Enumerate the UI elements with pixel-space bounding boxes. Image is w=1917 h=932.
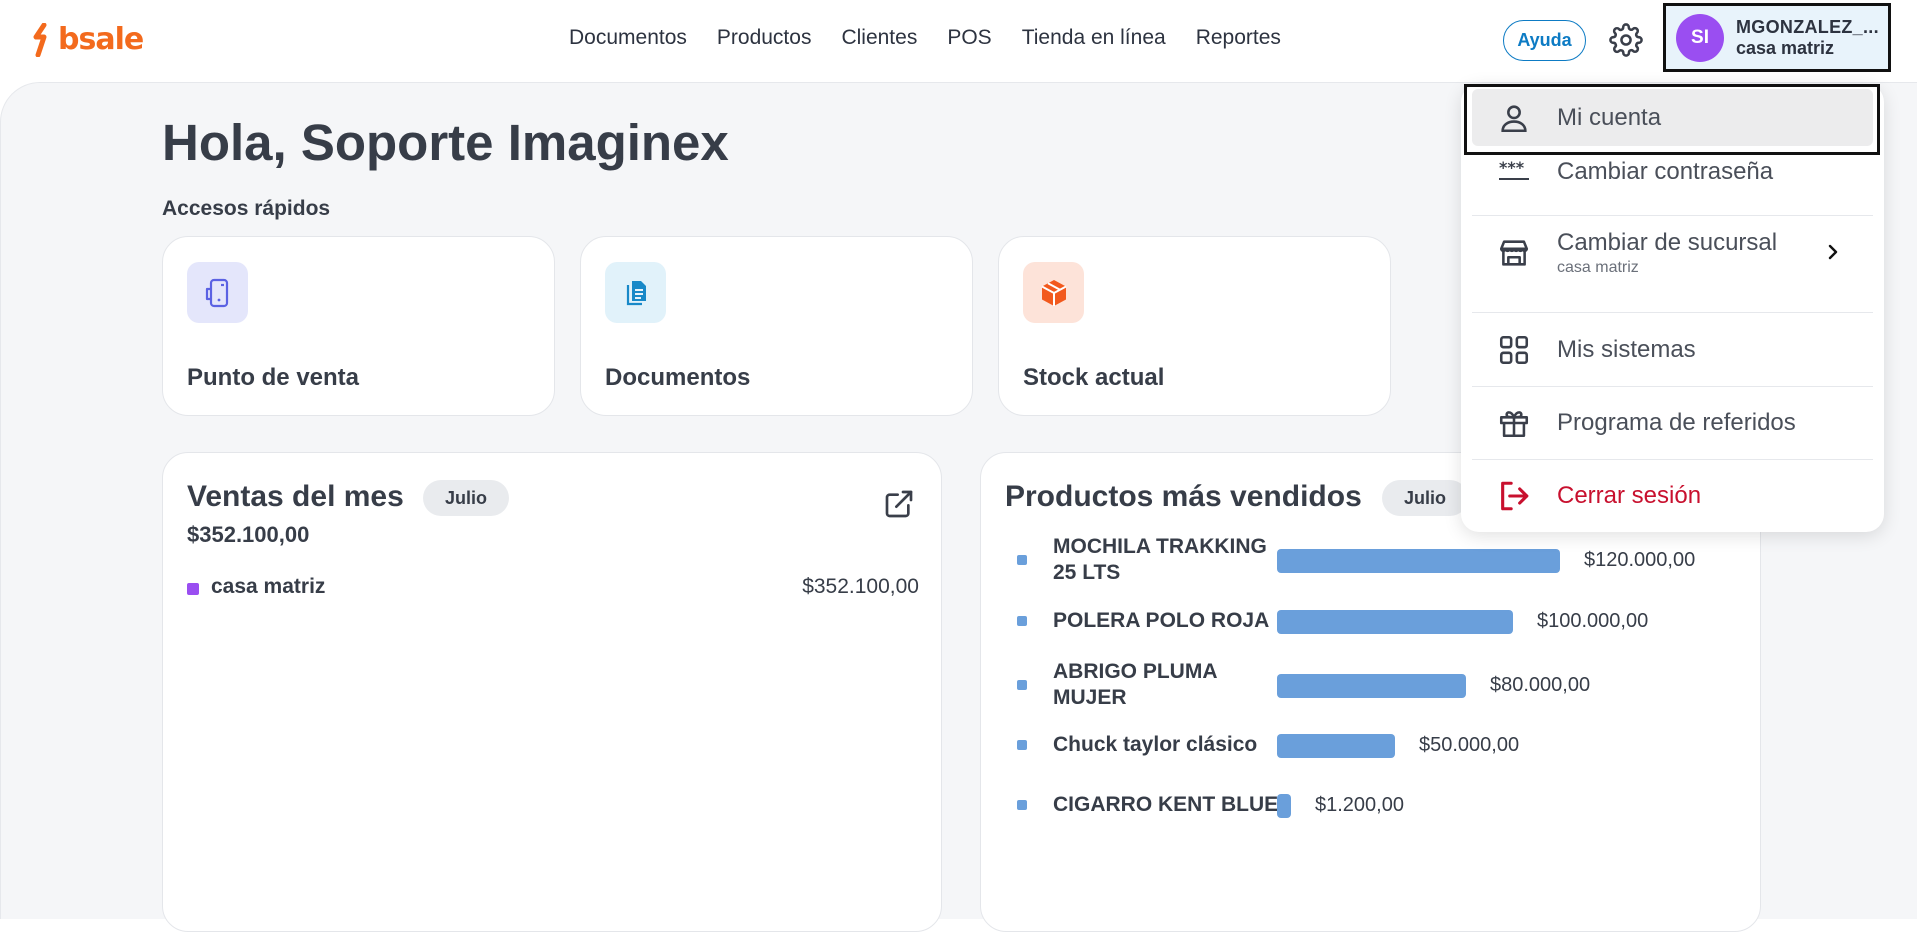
branch-value: $352.100,00 <box>802 575 919 598</box>
product-color-dot <box>1017 680 1027 690</box>
user-name: MGONZALEZ_... <box>1736 16 1879 37</box>
product-value: $120.000,00 <box>1584 549 1696 571</box>
branch-row: casa matriz $352.100,00 <box>187 573 919 603</box>
product-bar <box>1277 734 1395 758</box>
logo-text: bsale <box>58 22 144 57</box>
menu-item-label: Programa de referidos <box>1557 408 1796 436</box>
gift-icon <box>1499 410 1529 437</box>
product-value: $50.000,00 <box>1419 734 1520 756</box>
quick-access-documentos[interactable]: Documentos <box>580 236 973 416</box>
product-name-line: ABRIGO PLUMA <box>1053 660 1218 683</box>
branch-color-swatch <box>187 583 199 595</box>
product-color-dot <box>1017 740 1027 750</box>
menu-item-label: Cambiar de sucursal <box>1557 228 1778 256</box>
svg-text:***: *** <box>1499 158 1525 177</box>
menu-item-cambiar-de-sucursal[interactable]: Cambiar de sucursal casa matriz <box>1472 216 1873 289</box>
product-bar <box>1277 674 1466 698</box>
box-icon <box>1023 262 1084 323</box>
help-button[interactable]: Ayuda <box>1503 20 1586 61</box>
top-products-title: Productos más vendidos <box>1005 480 1362 513</box>
nav-documentos[interactable]: Documentos <box>569 26 687 50</box>
product-name-line: MUJER <box>1053 686 1127 709</box>
sales-month-panel: Ventas del mes Julio $352.100,00 casa ma… <box>162 452 942 932</box>
quick-access-label: Punto de venta <box>187 364 360 391</box>
avatar: SI <box>1676 13 1724 62</box>
nav-reportes[interactable]: Reportes <box>1196 26 1281 50</box>
product-row: ABRIGO PLUMA MUJER $80.000,00 <box>1017 658 1757 714</box>
sales-title: Ventas del mes <box>187 480 404 513</box>
product-name-line: POLERA POLO ROJA <box>1053 609 1270 632</box>
external-link-icon[interactable] <box>883 488 915 520</box>
product-row: POLERA POLO ROJA $100.000,00 <box>1017 594 1757 650</box>
top-products-month-pill[interactable]: Julio <box>1382 480 1469 516</box>
product-row: CIGARRO KENT BLUE $1.200,00 <box>1017 778 1757 834</box>
quick-access-stock-actual[interactable]: Stock actual <box>998 236 1391 416</box>
product-color-dot <box>1017 555 1027 565</box>
product-row: MOCHILA TRAKKING 25 LTS $120.000,00 <box>1017 533 1757 589</box>
sales-month-pill[interactable]: Julio <box>423 480 510 516</box>
nav-productos[interactable]: Productos <box>717 26 812 50</box>
chevron-right-icon <box>1828 244 1838 260</box>
user-menu-button[interactable]: SI MGONZALEZ_... casa matriz <box>1663 3 1891 72</box>
branch-name: casa matriz <box>211 575 326 598</box>
menu-item-label: Cambiar contraseña <box>1557 158 1774 185</box>
document-icon <box>605 262 666 323</box>
product-color-dot <box>1017 616 1027 626</box>
store-icon <box>1499 239 1529 266</box>
product-name: CIGARRO KENT BLUE <box>1053 792 1283 818</box>
quick-access-title: Accesos rápidos <box>162 197 331 220</box>
menu-item-sublabel: casa matriz <box>1557 258 1639 276</box>
focus-highlight-frame <box>1464 84 1880 155</box>
product-name: MOCHILA TRAKKING 25 LTS <box>1053 534 1283 586</box>
product-bar <box>1277 794 1291 818</box>
product-name: Chuck taylor clásico <box>1053 732 1283 758</box>
product-name-line: 25 LTS <box>1053 561 1121 584</box>
product-value: $80.000,00 <box>1490 674 1591 696</box>
quick-access-label: Stock actual <box>1023 364 1165 391</box>
bsale-logo[interactable]: bsale <box>30 22 144 57</box>
bsale-logo-mark-icon <box>33 22 47 57</box>
product-value: $100.000,00 <box>1537 610 1649 632</box>
grid-icon <box>1499 335 1529 364</box>
product-value: $1.200,00 <box>1315 794 1404 816</box>
user-branch: casa matriz <box>1736 37 1835 58</box>
quick-access-punto-de-venta[interactable]: Punto de venta <box>162 236 555 416</box>
password-icon: *** <box>1499 158 1529 180</box>
top-bar: bsale Documentos Productos Clientes POS … <box>0 0 1917 82</box>
product-bar <box>1277 549 1560 573</box>
menu-item-label: Cerrar sesión <box>1557 481 1702 509</box>
page-title: Hola, Soporte Imaginex <box>162 114 729 171</box>
pos-device-icon <box>187 262 248 323</box>
product-name-line: Chuck taylor clásico <box>1053 733 1258 756</box>
product-name-line: CIGARRO KENT BLUE <box>1053 793 1279 816</box>
product-bar <box>1277 610 1513 634</box>
product-name: ABRIGO PLUMA MUJER <box>1053 659 1283 711</box>
sales-total: $352.100,00 <box>187 522 310 547</box>
menu-item-cerrar-sesion[interactable]: Cerrar sesión <box>1472 460 1873 531</box>
nav-pos[interactable]: POS <box>947 26 991 50</box>
nav-clientes[interactable]: Clientes <box>841 26 917 50</box>
main-nav: Documentos Productos Clientes POS Tienda… <box>569 26 1281 50</box>
product-row: Chuck taylor clásico $50.000,00 <box>1017 718 1757 774</box>
logout-icon <box>1501 481 1529 510</box>
product-name: POLERA POLO ROJA <box>1053 608 1283 634</box>
quick-access-label: Documentos <box>605 364 751 391</box>
menu-item-programa-de-referidos[interactable]: Programa de referidos <box>1472 387 1873 458</box>
menu-item-mis-sistemas[interactable]: Mis sistemas <box>1472 313 1873 386</box>
gear-icon[interactable] <box>1609 23 1643 57</box>
nav-tienda-en-linea[interactable]: Tienda en línea <box>1022 26 1166 50</box>
product-color-dot <box>1017 800 1027 810</box>
product-name-line: MOCHILA TRAKKING <box>1053 535 1267 558</box>
menu-item-label: Mis sistemas <box>1557 335 1696 363</box>
